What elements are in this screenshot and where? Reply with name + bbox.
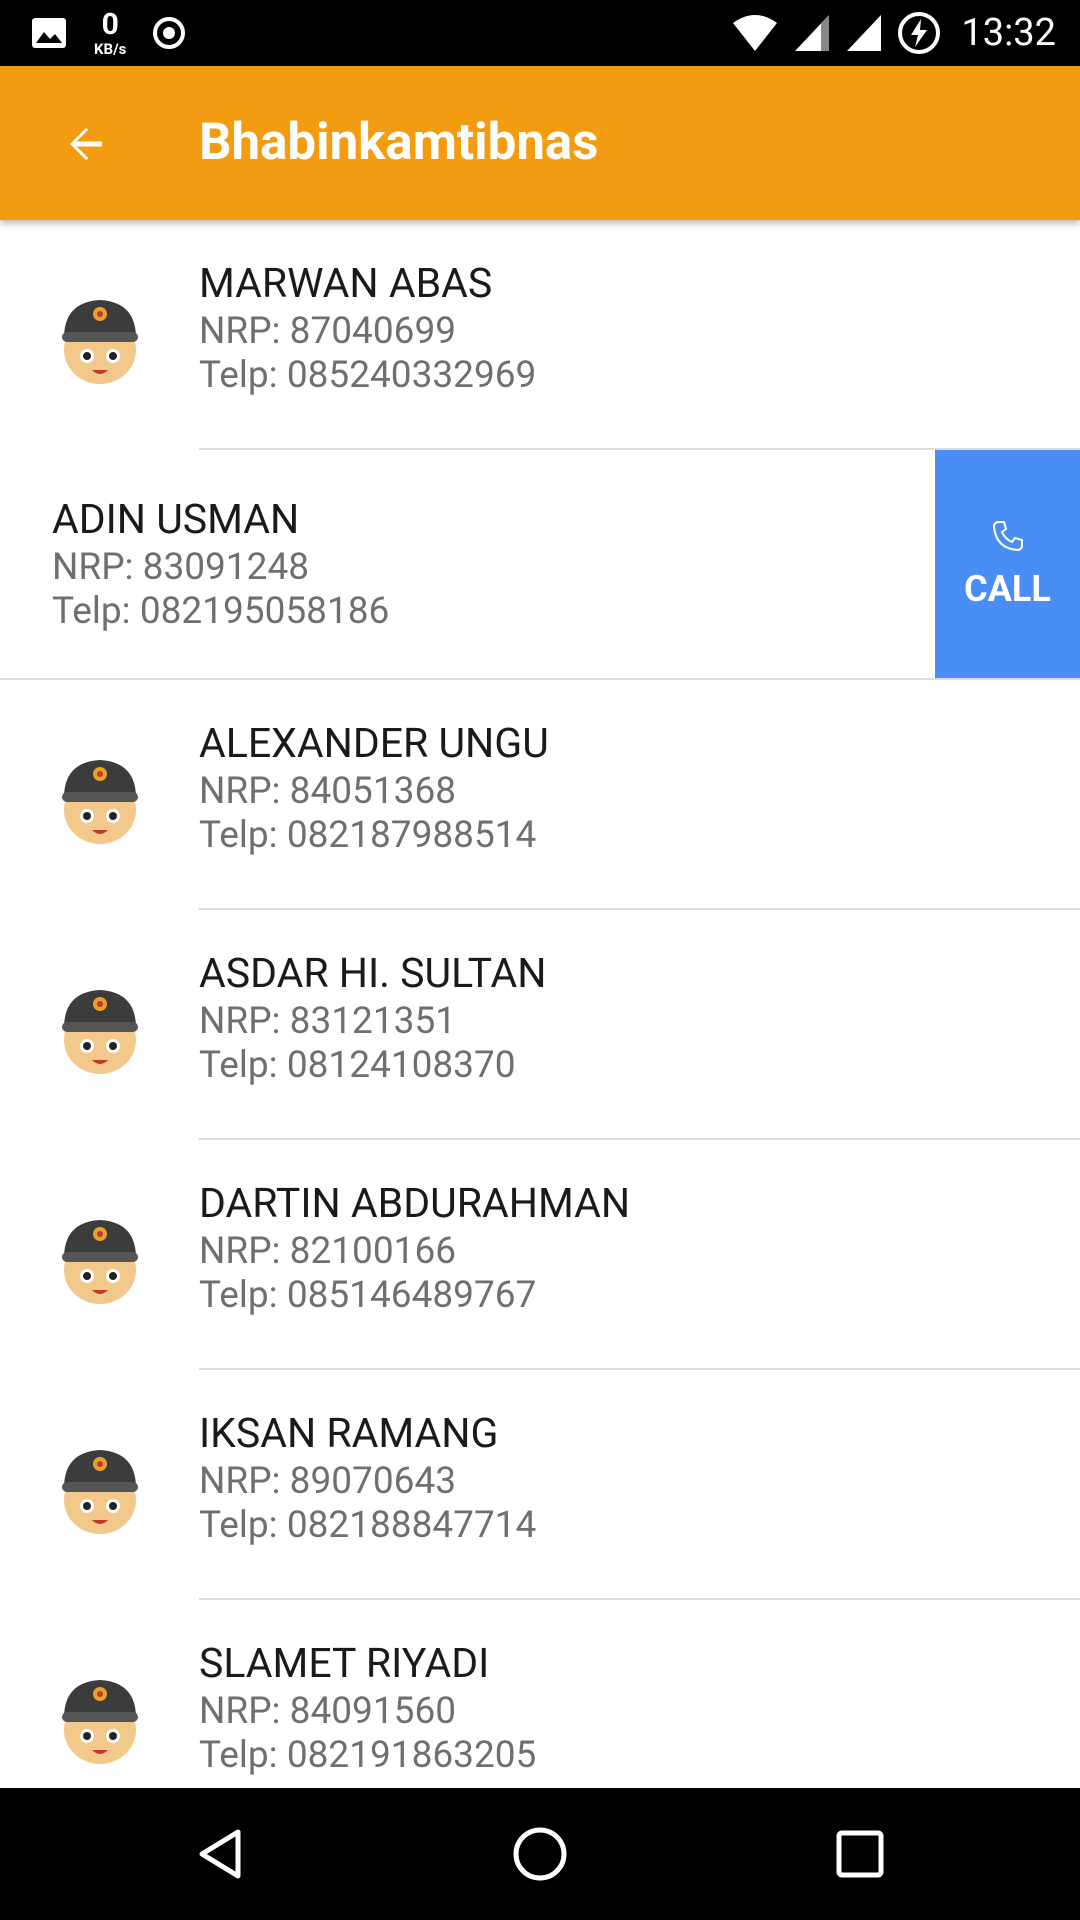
- contact-nrp: NRP: 87040699: [199, 310, 457, 353]
- police-officer-avatar-icon: [62, 1450, 138, 1534]
- list-item-swiped[interactable]: ADIN USMAN NRP: 83091248 Telp: 082195058…: [0, 450, 1080, 680]
- clock: 13:32: [961, 11, 1056, 55]
- contact-phone: Telp: 082191863205: [199, 1734, 537, 1777]
- contact-phone: Telp: 08124108370: [199, 1044, 516, 1087]
- police-officer-avatar-icon: [62, 990, 138, 1074]
- phone-icon: [992, 521, 1023, 552]
- nav-back-icon: [199, 1829, 241, 1879]
- contact-nrp: NRP: 84051368: [199, 770, 457, 813]
- contact-nrp: NRP: 89070643: [199, 1460, 457, 1503]
- page-title: Bhabinkamtibnas: [199, 113, 599, 172]
- contact-phone: Telp: 085146489767: [199, 1274, 537, 1317]
- nav-home-icon: [513, 1827, 567, 1881]
- contact-nrp: NRP: 83091248: [52, 546, 310, 589]
- list-item[interactable]: ASDAR HI. SULTAN NRP: 83121351 Telp: 081…: [0, 910, 1080, 1140]
- call-button[interactable]: CALL: [935, 450, 1080, 678]
- list-item[interactable]: SLAMET RIYADI NRP: 84091560 Telp: 082191…: [0, 1600, 1080, 1788]
- contact-nrp: NRP: 84091560: [199, 1690, 457, 1733]
- list-item[interactable]: ALEXANDER UNGU NRP: 84051368 Telp: 08218…: [0, 680, 1080, 910]
- contact-name: SLAMET RIYADI: [199, 1640, 490, 1688]
- signal-icon: [847, 15, 882, 51]
- status-bar: 0 KB/s 13:32: [0, 0, 1080, 66]
- contact-phone: Telp: 082187988514: [199, 814, 537, 857]
- image-icon: [32, 18, 66, 48]
- system-nav-bar: [0, 1788, 1080, 1920]
- contact-phone: Telp: 085240332969: [199, 354, 537, 397]
- contact-name: MARWAN ABAS: [199, 260, 493, 308]
- contact-name: ALEXANDER UNGU: [199, 720, 549, 768]
- contact-name: ADIN USMAN: [52, 496, 300, 544]
- battery-charging-icon: [898, 12, 941, 54]
- police-officer-avatar-icon: [62, 300, 138, 384]
- app-toolbar: Bhabinkamtibnas: [0, 66, 1080, 220]
- list-item[interactable]: MARWAN ABAS NRP: 87040699 Telp: 08524033…: [0, 220, 1080, 450]
- network-speed: 0 KB/s: [94, 6, 127, 58]
- police-officer-avatar-icon: [62, 1220, 138, 1304]
- contact-name: DARTIN ABDURAHMAN: [199, 1180, 631, 1228]
- contact-nrp: NRP: 83121351: [199, 1000, 457, 1043]
- back-button[interactable]: [56, 114, 116, 174]
- police-officer-avatar-icon: [62, 760, 138, 844]
- signal-icon: [795, 15, 830, 51]
- nav-home-button[interactable]: [510, 1824, 570, 1884]
- police-officer-avatar-icon: [62, 1680, 138, 1764]
- network-speed-value: 0: [101, 6, 119, 42]
- contact-list[interactable]: MARWAN ABAS NRP: 87040699 Telp: 08524033…: [0, 220, 1080, 1788]
- list-item[interactable]: DARTIN ABDURAHMAN NRP: 82100166 Telp: 08…: [0, 1140, 1080, 1370]
- wifi-icon: [733, 15, 778, 51]
- network-speed-unit: KB/s: [94, 39, 127, 58]
- contact-phone: Telp: 082195058186: [52, 590, 390, 633]
- contact-name: ASDAR HI. SULTAN: [199, 950, 547, 998]
- call-label: CALL: [964, 568, 1051, 610]
- arrow-back-icon: [70, 128, 102, 160]
- nav-recents-icon: [836, 1830, 884, 1878]
- sync-icon: [153, 17, 186, 49]
- list-item[interactable]: IKSAN RAMANG NRP: 89070643 Telp: 0821888…: [0, 1370, 1080, 1600]
- contact-name: IKSAN RAMANG: [199, 1410, 499, 1458]
- contact-nrp: NRP: 82100166: [199, 1230, 457, 1273]
- contact-phone: Telp: 082188847714: [199, 1504, 537, 1547]
- nav-back-button[interactable]: [192, 1824, 252, 1884]
- nav-recents-button[interactable]: [830, 1824, 890, 1884]
